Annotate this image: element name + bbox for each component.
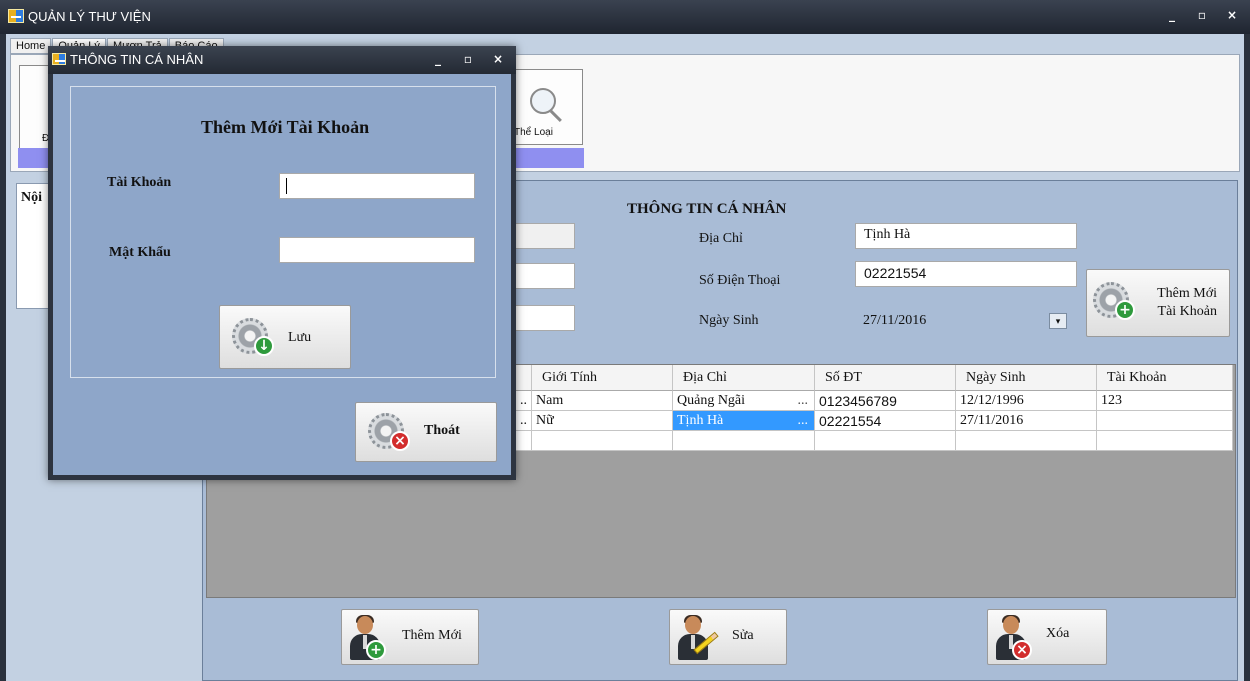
new-row-cell[interactable] — [815, 431, 956, 451]
table-row-cell[interactable]: 02221554 — [815, 411, 956, 431]
delete-x-icon: × — [1012, 640, 1032, 660]
plus-icon: + — [366, 640, 386, 660]
dialog-body: Thêm Mới Tài Khoản Tài Khoản Mật Khẩu ↓ … — [53, 74, 511, 475]
add-account-label-line1: Thêm Mới — [1157, 286, 1217, 301]
address-input[interactable]: Tịnh Hà — [855, 223, 1077, 249]
table-row-cell-selected[interactable]: Tịnh Hà... — [673, 411, 815, 431]
dialog-heading: Thêm Mới Tài Khoản — [201, 117, 370, 137]
new-row-cell[interactable] — [532, 431, 673, 451]
grid-header-gender[interactable]: Giới Tính — [532, 365, 673, 391]
search-icon — [530, 88, 556, 114]
partial-field-3[interactable] — [513, 305, 575, 331]
delete-button[interactable]: × Xóa — [987, 609, 1107, 665]
new-row-cell[interactable] — [1097, 431, 1233, 451]
account-input[interactable] — [279, 173, 475, 199]
download-arrow-icon: ↓ — [254, 336, 274, 356]
table-row-cell[interactable]: 123 — [1097, 391, 1233, 411]
address-label: Địa Chỉ — [699, 231, 743, 246]
phone-input[interactable]: 02221554 — [855, 261, 1077, 287]
table-row-cell[interactable]: Quảng Ngãi... — [673, 391, 815, 411]
delete-label: Xóa — [1046, 626, 1070, 641]
edit-label: Sửa — [732, 628, 754, 643]
partial-field-2[interactable] — [513, 263, 575, 289]
table-row-cell[interactable]: 27/11/2016 — [956, 411, 1097, 431]
grid-header-address[interactable]: Địa Chỉ — [673, 365, 815, 391]
edit-button[interactable]: Sửa — [669, 609, 787, 665]
dialog-window-controls: _ ▫ × — [432, 52, 504, 66]
grid-header-phone[interactable]: Số ĐT — [815, 365, 956, 391]
account-label: Tài Khoản — [107, 175, 172, 190]
exit-label: Thoát — [424, 423, 460, 438]
new-row-cell[interactable] — [673, 431, 815, 451]
phone-label: Số Điện Thoại — [699, 273, 781, 288]
maximize-icon[interactable]: ▫ — [462, 52, 474, 66]
add-account-button[interactable]: + Thêm Mới Tài Khoản — [1086, 269, 1230, 337]
dialog-groupbox: Thêm Mới Tài Khoản Tài Khoản Mật Khẩu ↓ … — [70, 86, 496, 378]
cell-ellipsis: ... — [797, 413, 809, 428]
cell-text: Tịnh Hà — [677, 413, 724, 428]
main-window-title: QUẢN LÝ THƯ VIỆN — [28, 9, 151, 24]
table-row-cell[interactable]: Nữ — [532, 411, 673, 431]
grid-header-dob[interactable]: Ngày Sinh — [956, 365, 1097, 391]
save-label: Lưu — [288, 330, 312, 345]
tab-home[interactable]: Home — [10, 38, 52, 54]
category-button[interactable]: Thể Loại — [511, 69, 583, 145]
app-icon — [8, 9, 24, 23]
exit-button[interactable]: × Thoát — [355, 402, 497, 462]
cell-ellipsis: ... — [797, 393, 809, 408]
save-button[interactable]: ↓ Lưu — [219, 305, 351, 369]
calendar-dropdown-icon[interactable]: ▾ — [1049, 313, 1067, 329]
table-row-cell[interactable]: Nam — [532, 391, 673, 411]
category-button-label: Thể Loại — [514, 127, 553, 138]
maximize-icon[interactable]: ▫ — [1196, 8, 1208, 22]
plus-icon: + — [1115, 300, 1135, 320]
close-x-icon: × — [390, 431, 410, 451]
password-label: Mật Khẩu — [109, 245, 171, 260]
minimize-icon[interactable]: _ — [1166, 8, 1178, 22]
dialog-title: THÔNG TIN CÁ NHÂN — [70, 52, 204, 67]
dob-value[interactable]: 27/11/2016 — [863, 313, 926, 329]
table-row-cell[interactable]: 0123456789 — [815, 391, 956, 411]
add-new-button[interactable]: + Thêm Mới — [341, 609, 479, 665]
dob-label: Ngày Sinh — [699, 313, 759, 328]
left-panel-title: Nội — [21, 190, 42, 205]
dialog-app-icon — [52, 53, 66, 65]
main-window-controls: _ ▫ × — [1166, 8, 1238, 22]
minimize-icon[interactable]: _ — [432, 52, 444, 66]
text-cursor — [286, 178, 287, 194]
grid-header-account[interactable]: Tài Khoản — [1097, 365, 1233, 391]
add-new-label: Thêm Mới — [402, 628, 462, 643]
form-title: THÔNG TIN CÁ NHÂN — [627, 201, 787, 217]
table-row-cell[interactable]: 12/12/1996 — [956, 391, 1097, 411]
add-account-label-line2: Tài Khoản — [1157, 304, 1217, 319]
cell-text: Quảng Ngãi — [677, 393, 746, 408]
close-icon[interactable]: × — [492, 52, 504, 66]
table-row-cell[interactable] — [1097, 411, 1233, 431]
dialog-title-bar: THÔNG TIN CÁ NHÂN _ ▫ × — [48, 46, 516, 74]
account-dialog: THÔNG TIN CÁ NHÂN _ ▫ × Thêm Mới Tài Kho… — [48, 46, 516, 480]
close-icon[interactable]: × — [1226, 8, 1238, 22]
password-input[interactable] — [279, 237, 475, 263]
new-row-cell[interactable] — [956, 431, 1097, 451]
user-icon — [676, 615, 708, 660]
partial-field-1[interactable] — [513, 223, 575, 249]
main-title-bar: QUẢN LÝ THƯ VIỆN _ ▫ × — [0, 0, 1250, 34]
